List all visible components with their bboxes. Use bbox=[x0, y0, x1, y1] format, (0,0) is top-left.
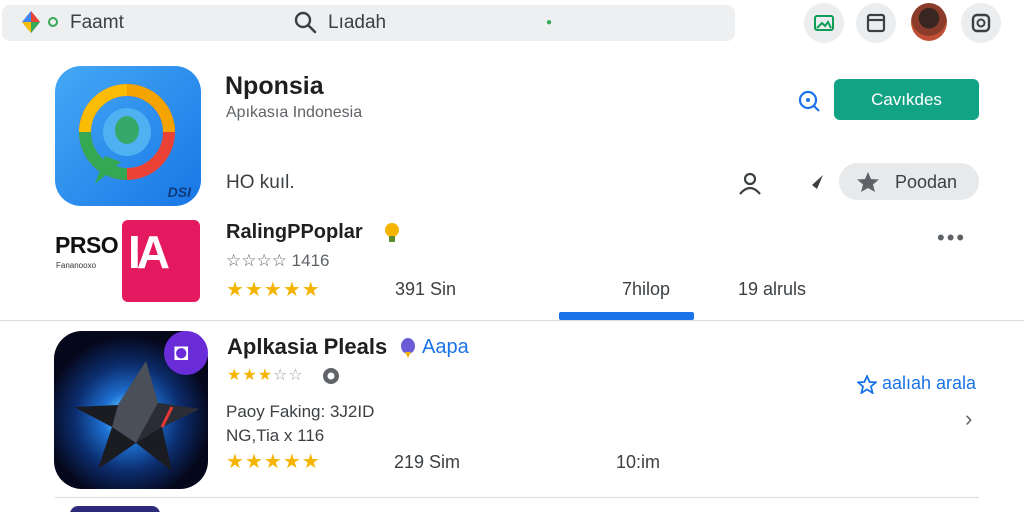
app2-title: Aplkasia Pleals bbox=[227, 334, 388, 359]
section-title: RalingPPoplar bbox=[226, 221, 363, 243]
app2-size: 219 Sim bbox=[394, 452, 461, 472]
popular-app-tile[interactable]: IA bbox=[122, 220, 200, 302]
app2-detail-1: Paoy Faking: 3J2ID bbox=[226, 402, 375, 421]
featured-app-icon[interactable]: DSI bbox=[55, 66, 201, 206]
pin-icon bbox=[401, 338, 415, 358]
user-avatar[interactable] bbox=[911, 3, 947, 41]
rate-label: Poodan bbox=[895, 172, 958, 192]
app-logo-icon bbox=[22, 11, 40, 33]
star-icon: ★ bbox=[226, 451, 244, 473]
top-bar: Faamt Lıadah ● bbox=[0, 0, 1024, 46]
app-developer[interactable]: Apıkasıa Indonesia bbox=[226, 104, 362, 122]
star-icon: ☆ bbox=[273, 367, 288, 384]
app2-detail-2: NG,Tia x 116 bbox=[226, 426, 325, 445]
search-icon[interactable] bbox=[293, 10, 317, 34]
status-dot-icon bbox=[48, 17, 58, 27]
rate-button[interactable]: Poodan bbox=[839, 163, 979, 200]
app-size: 391 Sin bbox=[395, 279, 457, 299]
review-count: 19 alruls bbox=[738, 279, 807, 299]
popular-app-caption: Fananooxo bbox=[56, 261, 97, 270]
apps-button[interactable] bbox=[804, 3, 844, 43]
star-icon: ★ bbox=[263, 279, 282, 301]
settings-button[interactable] bbox=[961, 3, 1001, 43]
app-meta: HO kuıl. bbox=[226, 172, 295, 193]
star-icon: ★ bbox=[244, 279, 263, 301]
rating-text: ☆☆☆☆ 1416 bbox=[226, 251, 330, 270]
star-icon: ★ bbox=[227, 367, 242, 384]
app-title: Nponsia bbox=[225, 72, 324, 100]
divider bbox=[0, 320, 1024, 321]
star-icon: ★ bbox=[242, 367, 257, 384]
image-gallery-icon bbox=[814, 15, 834, 31]
mic-indicator-icon: ● bbox=[546, 17, 553, 28]
star-icon: ★ bbox=[301, 279, 320, 301]
rating-stars: ★ ★ ★ ★ ★ bbox=[226, 280, 320, 300]
popular-app-name: PRSO bbox=[55, 232, 119, 258]
more-options-icon[interactable]: ••• bbox=[937, 225, 966, 251]
app2-rating-stars: ★ ★ ★ ☆ ☆ bbox=[227, 368, 303, 384]
star-outline-icon[interactable] bbox=[857, 375, 877, 394]
star-icon: ★ bbox=[263, 451, 282, 473]
tab-indicator bbox=[559, 312, 694, 320]
library-button[interactable] bbox=[856, 3, 896, 43]
square-icon bbox=[971, 13, 991, 33]
app-badge: DSI bbox=[167, 184, 191, 200]
app-name: Faamt bbox=[70, 12, 124, 33]
app2-link[interactable]: Aapa bbox=[422, 336, 469, 359]
person-icon[interactable] bbox=[737, 170, 763, 196]
star-icon: ★ bbox=[282, 451, 301, 473]
badge-check-icon bbox=[323, 368, 339, 384]
star-icon: ★ bbox=[226, 279, 244, 301]
bulb-icon bbox=[385, 223, 399, 242]
badge-icon: ◘ bbox=[174, 339, 189, 366]
window-icon bbox=[866, 13, 886, 33]
divider bbox=[55, 497, 979, 498]
refresh-icon[interactable] bbox=[797, 89, 821, 113]
install-count: 7hilop bbox=[622, 279, 671, 299]
search-input[interactable]: Lıadah bbox=[328, 12, 386, 34]
star-icon: ★ bbox=[282, 279, 301, 301]
star-icon: ☆ bbox=[288, 367, 303, 384]
app2-installs: 10:im bbox=[616, 452, 661, 472]
app2-rating-stars-2: ★ ★ ★ ★ ★ bbox=[226, 452, 320, 472]
save-link[interactable]: aalıah arala bbox=[882, 373, 976, 394]
star-icon bbox=[857, 172, 879, 192]
share-icon[interactable] bbox=[799, 171, 825, 193]
chevron-right-icon[interactable]: › bbox=[965, 406, 972, 432]
app2-badge: ◘ bbox=[164, 331, 208, 375]
tile-logo-icon: IA bbox=[128, 226, 170, 278]
star-icon: ★ bbox=[301, 451, 320, 473]
install-button[interactable]: Cavıkdes bbox=[834, 79, 979, 120]
star-icon: ★ bbox=[257, 367, 273, 384]
next-app-icon[interactable] bbox=[70, 506, 160, 512]
star-icon: ★ bbox=[244, 451, 263, 473]
